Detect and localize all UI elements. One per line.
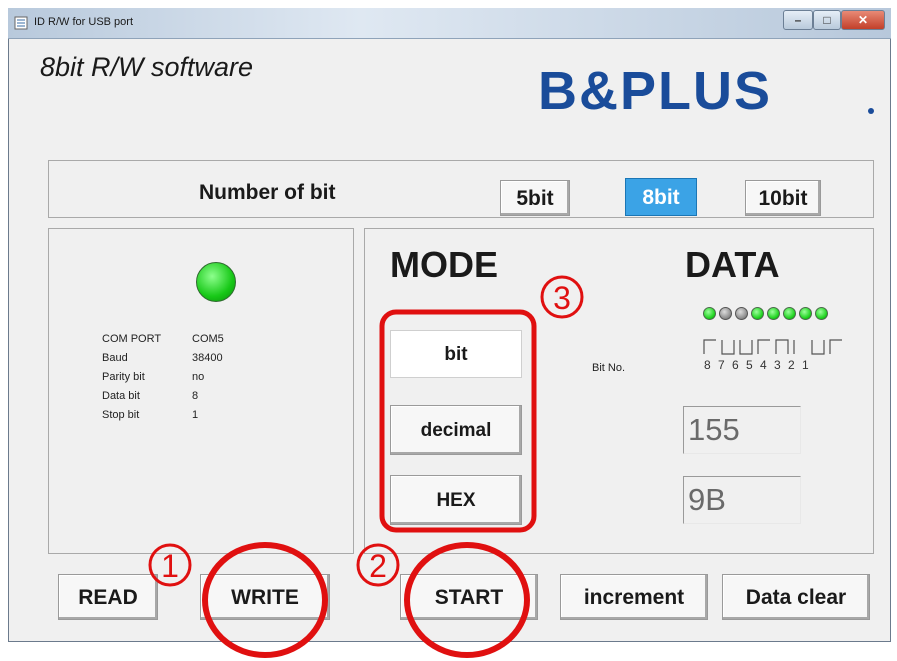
- annotation-number-3: 3: [553, 280, 571, 316]
- annotation-number-2: 2: [369, 548, 387, 584]
- annotation-number-1: 1: [161, 548, 179, 584]
- write-highlight-circle: [202, 542, 328, 658]
- annotation-overlay: 3 1 2: [148, 275, 584, 658]
- mode-highlight-box: [379, 309, 537, 533]
- start-highlight-circle: [404, 542, 530, 658]
